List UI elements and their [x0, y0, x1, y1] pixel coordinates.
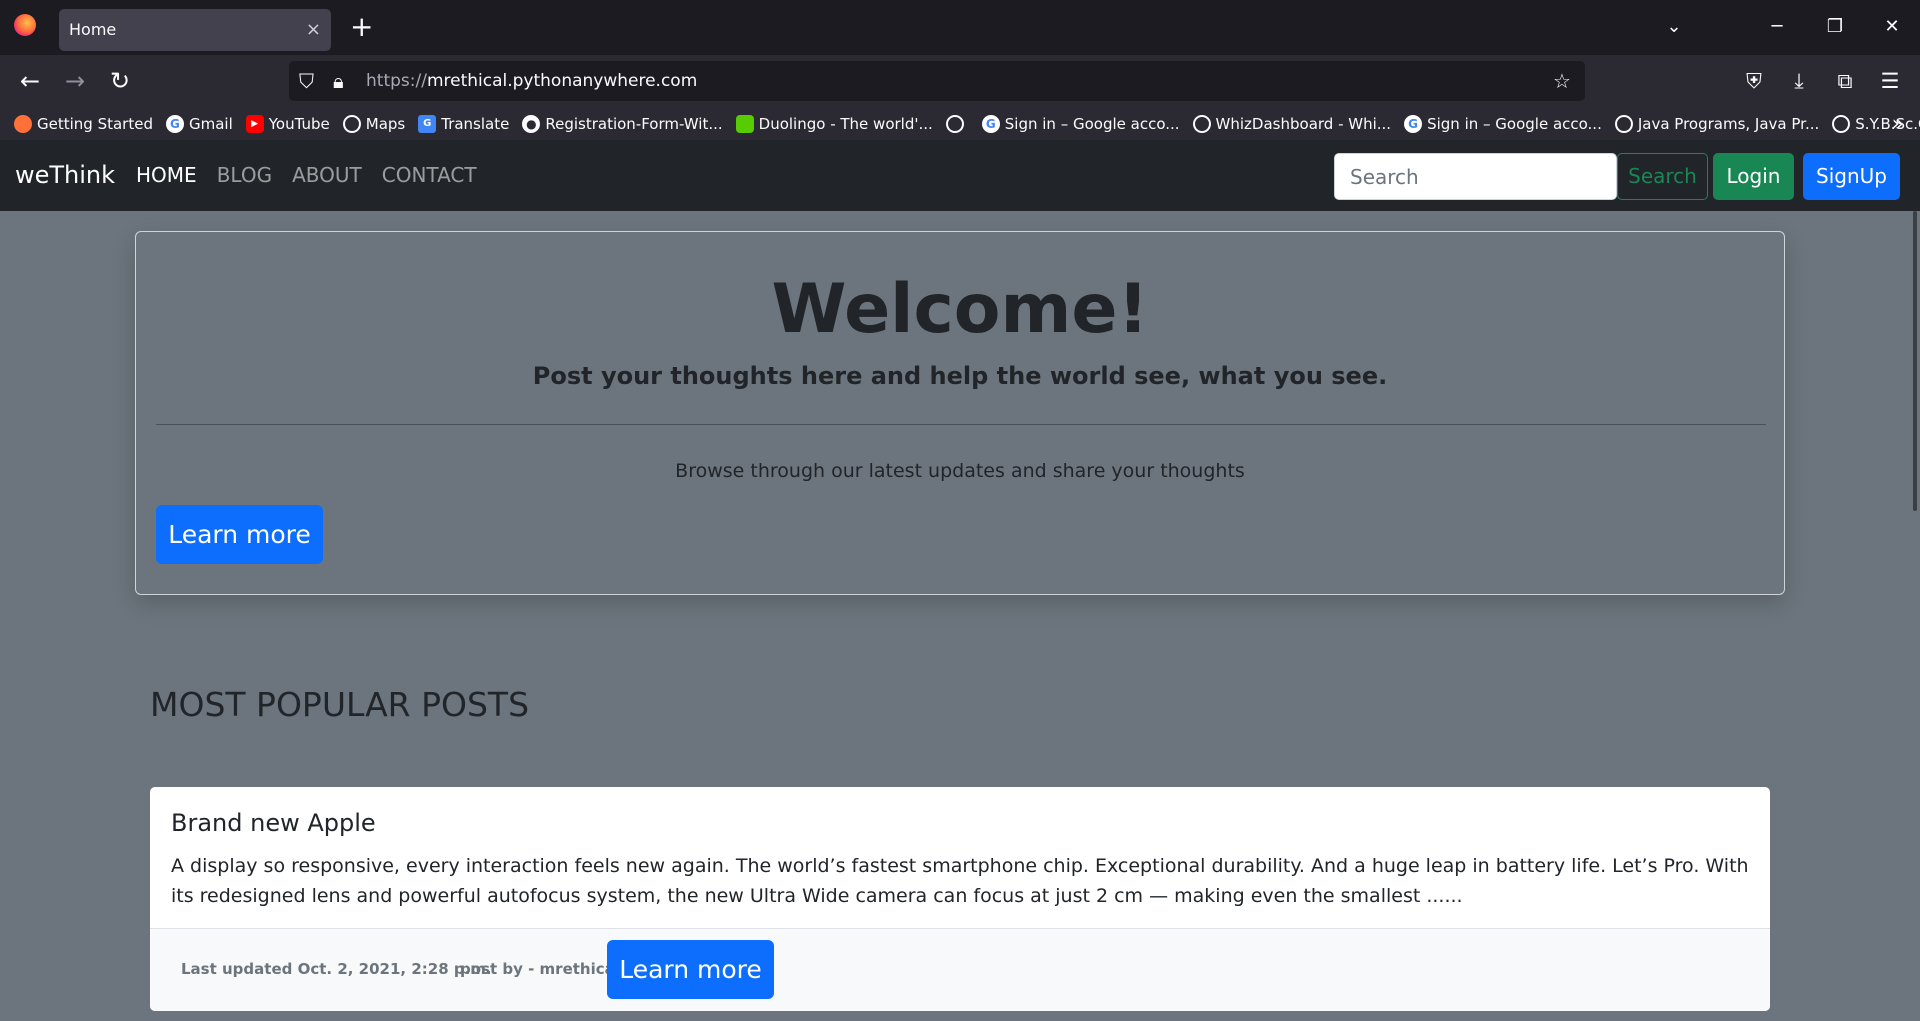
bookmark-item[interactable]: WhizDashboard - Whi...: [1192, 114, 1391, 133]
site-navbar: weThink HOME BLOG ABOUT CONTACT Search L…: [0, 140, 1920, 211]
forward-arrow-icon[interactable]: →: [58, 64, 92, 98]
lock-icon[interactable]: 🔒︎: [333, 61, 344, 101]
google-icon: G: [165, 114, 184, 133]
firefox-icon[interactable]: [14, 14, 36, 36]
menu-icon[interactable]: ☰: [1873, 64, 1907, 98]
divider: [156, 424, 1766, 425]
welcome-lead: Post your thoughts here and help the wor…: [532, 362, 1388, 390]
browser-tab-bar: Home × + ⌄ ─ ❐ ✕: [0, 0, 1920, 55]
bookmark-item[interactable]: Java Programs, Java Pr...: [1614, 114, 1819, 133]
post-title[interactable]: Brand new Apple: [171, 809, 376, 837]
post-updated: Last updated Oct. 2, 2021, 2:28 p.m.: [181, 960, 492, 978]
post-author: post by - mrethical: [460, 960, 620, 978]
bookmark-item[interactable]: [945, 114, 969, 133]
signup-button[interactable]: SignUp: [1803, 153, 1900, 200]
learn-more-button[interactable]: Learn more: [156, 505, 323, 564]
address-bar[interactable]: ⛉ 🔒︎ https://mrethical.pythonanywhere.co…: [289, 61, 1585, 101]
section-title: MOST POPULAR POSTS: [150, 685, 530, 724]
post-learn-more-button[interactable]: Learn more: [607, 940, 774, 999]
bookmark-item[interactable]: G Gmail: [165, 114, 233, 133]
minimize-icon[interactable]: ─: [1757, 10, 1797, 44]
google-icon: G: [981, 114, 1000, 133]
nav-contact[interactable]: CONTACT: [382, 140, 477, 211]
post-card: Brand new Apple A display so responsive,…: [150, 787, 1770, 1011]
nav-blog[interactable]: BLOG: [217, 140, 272, 211]
firefox-icon: [14, 114, 32, 133]
nav-about[interactable]: ABOUT: [292, 140, 362, 211]
bookmark-item[interactable]: Getting Started: [14, 114, 153, 133]
globe-icon: [1192, 114, 1211, 133]
globe-icon: [1614, 114, 1633, 133]
tab-home[interactable]: Home ×: [59, 9, 331, 51]
bookmark-item[interactable]: G Sign in – Google acco...: [981, 114, 1180, 133]
github-icon: ●: [522, 114, 541, 133]
close-icon[interactable]: ×: [306, 9, 321, 51]
post-excerpt: A display so responsive, every interacti…: [171, 855, 1749, 907]
download-icon[interactable]: ⤓: [1782, 64, 1816, 98]
google-icon: G: [1404, 114, 1423, 133]
youtube-icon: ▶: [245, 114, 264, 133]
url-text[interactable]: https://mrethical.pythonanywhere.com: [366, 61, 697, 101]
search-button[interactable]: Search: [1617, 153, 1708, 200]
bookmark-item[interactable]: Duolingo - The world'...: [735, 114, 933, 133]
brand-logo[interactable]: weThink: [15, 140, 115, 211]
duolingo-icon: [735, 114, 754, 133]
back-arrow-icon[interactable]: ←: [13, 64, 47, 98]
chevron-double-right-icon[interactable]: »: [1892, 107, 1904, 140]
globe-icon: [945, 114, 964, 133]
nav-home[interactable]: HOME: [136, 140, 197, 211]
page-scrollbar[interactable]: [1913, 211, 1917, 511]
extensions-icon[interactable]: ⧉: [1828, 64, 1862, 98]
welcome-heading: Welcome!: [771, 270, 1149, 349]
login-button[interactable]: Login: [1713, 153, 1794, 200]
bookmark-item[interactable]: ▶ YouTube: [245, 114, 330, 133]
welcome-jumbotron: Welcome! Post your thoughts here and hel…: [135, 231, 1785, 595]
reload-icon[interactable]: ↻: [103, 64, 137, 98]
search-input[interactable]: [1334, 153, 1617, 200]
tab-title: Home: [69, 20, 117, 39]
bookmark-item[interactable]: Maps: [342, 114, 405, 133]
bookmark-item[interactable]: ● Registration-Form-Wit...: [522, 114, 723, 133]
bookmarks-bar: Getting Started G Gmail ▶ YouTube Maps G Tr…: [0, 107, 1920, 140]
pocket-icon[interactable]: ⛨: [1737, 64, 1771, 98]
chevron-down-icon[interactable]: ⌄: [1654, 10, 1694, 44]
browser-nav-bar: ← → ↻ ⛉ 🔒︎ https://mrethical.pythonanywh…: [0, 55, 1920, 107]
bookmark-item[interactable]: G Translate: [418, 114, 509, 133]
new-tab-button[interactable]: +: [350, 10, 373, 44]
globe-icon: [342, 114, 361, 133]
bookmark-item[interactable]: S.Y.B.Sc.C.S.: [1832, 114, 1920, 133]
main-menu: HOME BLOG ABOUT CONTACT: [136, 140, 497, 211]
bookmark-item[interactable]: G Sign in – Google acco...: [1404, 114, 1602, 133]
restore-icon[interactable]: ❐: [1815, 10, 1855, 44]
window-close-icon[interactable]: ✕: [1872, 10, 1912, 44]
star-icon[interactable]: ☆: [1553, 61, 1571, 101]
shield-icon[interactable]: ⛉: [299, 61, 314, 101]
translate-icon: G: [418, 114, 437, 133]
post-footer: Last updated Oct. 2, 2021, 2:28 p.m. pos…: [150, 928, 1770, 1011]
globe-icon: [1832, 114, 1851, 133]
welcome-text: Browse through our latest updates and sh…: [675, 460, 1245, 482]
